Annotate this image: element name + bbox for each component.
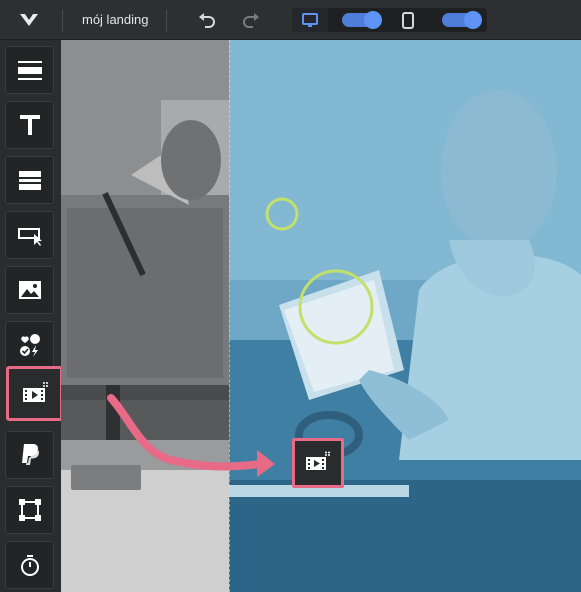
page-title[interactable]: mój landing — [82, 12, 149, 27]
shape-icon — [18, 499, 41, 521]
redo-icon[interactable] — [240, 9, 262, 31]
desktop-view-button[interactable] — [292, 8, 328, 32]
undo-icon[interactable] — [196, 9, 218, 31]
logo-icon[interactable] — [18, 10, 40, 30]
divider — [62, 10, 63, 32]
sidebar-item-paypal[interactable] — [5, 431, 54, 479]
drag-arrow — [107, 394, 265, 471]
box-icon — [18, 171, 41, 190]
drag-arrow-head — [257, 450, 275, 477]
video-icon — [22, 381, 48, 402]
text-icon — [19, 115, 40, 135]
highlight-circle-large — [298, 269, 374, 345]
paypal-icon — [21, 444, 39, 465]
desktop-icon — [302, 13, 318, 27]
sidebar-item-image[interactable] — [5, 266, 54, 314]
toggle-knob — [364, 11, 382, 29]
sidebar-item-button[interactable] — [5, 211, 54, 259]
sidebar-item-text[interactable] — [5, 101, 54, 149]
button-icon — [17, 228, 42, 246]
sidebar-item-icons[interactable] — [5, 321, 54, 369]
mobile-visibility-toggle[interactable] — [442, 11, 482, 29]
mobile-icon — [402, 12, 414, 29]
top-bar: mój landing — [0, 0, 581, 40]
divider — [166, 10, 167, 32]
video-icon — [306, 451, 330, 470]
element-sidebar — [0, 40, 63, 592]
sidebar-item-shape[interactable] — [5, 486, 54, 534]
section-layout-icon — [17, 61, 42, 80]
video-drop-target[interactable] — [292, 438, 344, 488]
sidebar-item-section[interactable] — [5, 46, 54, 94]
toggle-knob — [464, 11, 482, 29]
sidebar-item-video[interactable] — [6, 366, 63, 421]
highlight-circle-small — [265, 197, 299, 231]
sidebar-item-timer[interactable] — [5, 541, 54, 589]
mobile-view-button[interactable] — [396, 8, 420, 32]
desktop-visibility-toggle[interactable] — [342, 11, 382, 29]
image-icon — [18, 281, 41, 299]
icons-icon — [19, 334, 40, 357]
sidebar-item-box[interactable] — [5, 156, 54, 204]
highlight-overlay — [107, 197, 374, 477]
device-switcher — [292, 8, 487, 32]
editor-canvas[interactable] — [61, 40, 581, 592]
timer-icon — [20, 555, 39, 576]
